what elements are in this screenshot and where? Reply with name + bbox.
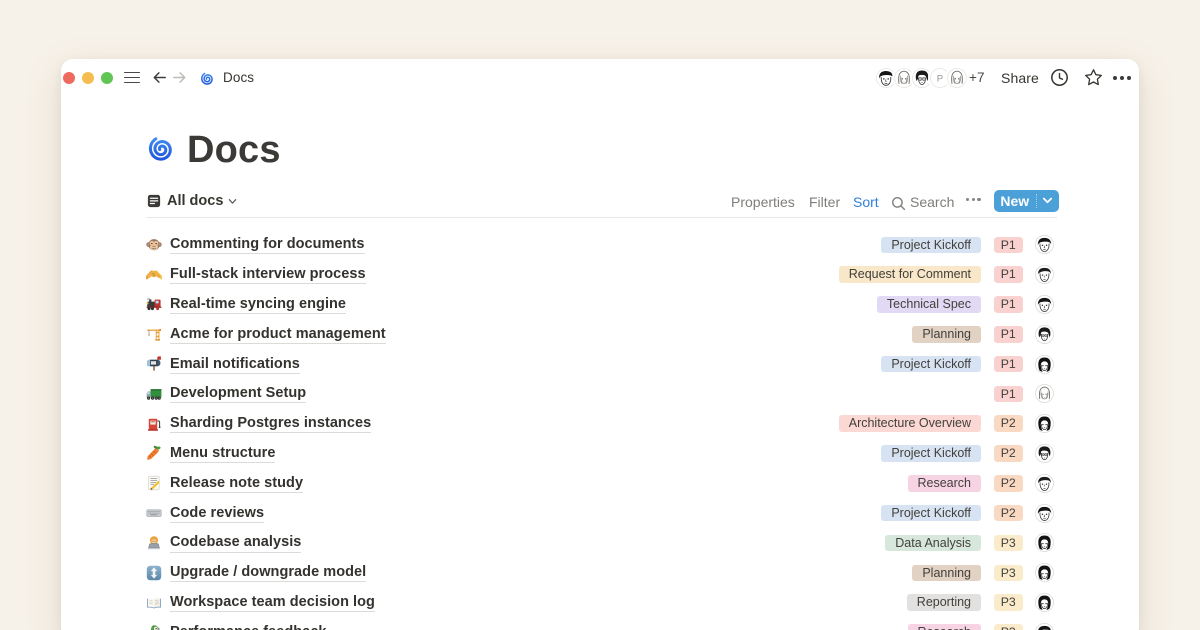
svg-text:P: P (937, 73, 943, 84)
